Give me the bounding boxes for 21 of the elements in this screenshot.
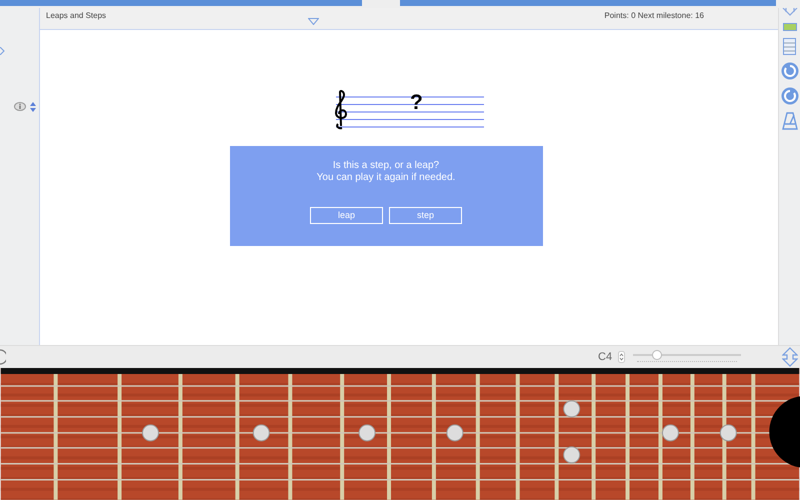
resize-arrows-icon[interactable]: [782, 347, 798, 368]
redo-icon[interactable]: [780, 86, 798, 105]
chevron-icon[interactable]: [0, 46, 5, 55]
exercise-title: Leaps and Steps: [46, 10, 106, 22]
metronome-icon[interactable]: [782, 112, 798, 130]
arrow-icon[interactable]: [782, 8, 798, 16]
stepper-icon[interactable]: [30, 102, 36, 112]
info-icon[interactable]: [14, 102, 26, 112]
points-text: Points: 0 Next milestone: 16: [604, 10, 704, 22]
stepper-icon[interactable]: [618, 351, 626, 364]
question-text: You can play it again if needed.: [316, 172, 456, 184]
answer-button[interactable]: step: [389, 206, 462, 224]
triangle-down-icon[interactable]: [308, 18, 319, 25]
list-icon[interactable]: [783, 38, 796, 55]
bar-icon[interactable]: [782, 22, 796, 31]
question-text: Is this a step, or a leap?: [332, 160, 440, 172]
note-label: C4: [598, 351, 612, 364]
answer-button[interactable]: leap: [310, 206, 383, 224]
undo-icon[interactable]: [780, 62, 798, 80]
treble-clef-icon: [334, 90, 348, 130]
fretboard-drawing[interactable]: [0, 368, 800, 500]
